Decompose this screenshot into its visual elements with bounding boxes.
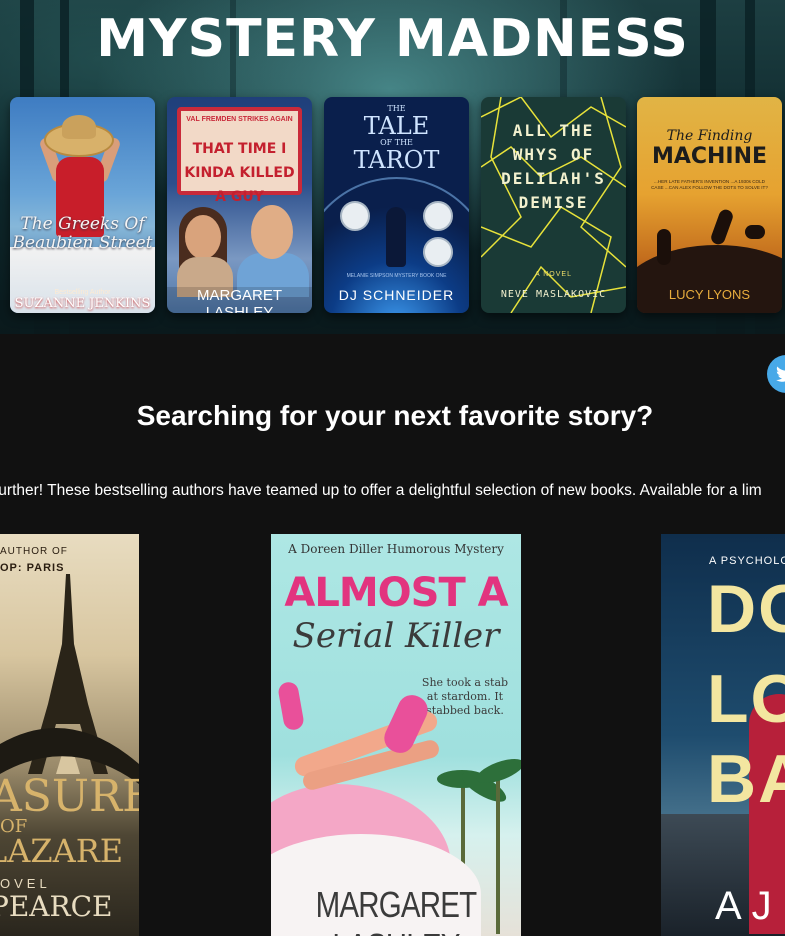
- book-title: Serial Killer: [292, 616, 500, 656]
- book-author: PEARCE: [0, 890, 113, 923]
- hero-title: MYSTERY MADNESS: [96, 9, 689, 69]
- book-title: LO: [707, 661, 785, 737]
- book-title: The Finding MACHINE: [651, 128, 768, 169]
- award-badge-icon: [340, 201, 370, 231]
- book-kicker: A Doreen Diller Humorous Mystery: [288, 542, 504, 556]
- section-heading: Searching for your next favorite story?: [136, 400, 654, 431]
- book-title: BA: [707, 741, 785, 817]
- cover-figure: [386, 207, 406, 267]
- book-title: ALMOST A: [284, 570, 508, 616]
- cover-figure: [709, 207, 735, 247]
- book-title: The Greeks Of Beaubien Street: [12, 214, 153, 253]
- hero-banner: MYSTERY MADNESS The Greeks Of Beaubien S…: [0, 0, 785, 334]
- book-title: ALL THE WHYS OF DELILAH'S DEMISE: [501, 121, 606, 212]
- book-author: MARGARET LASHLEY: [167, 287, 312, 313]
- hero-book-all-the-whys-of-delilahs-demise[interactable]: ALL THE WHYS OF DELILAH'S DEMISE A NOVEL…: [481, 97, 626, 313]
- cover-figure: [657, 229, 671, 265]
- book-author: SUZANNE JENKINS: [14, 296, 151, 311]
- book-author: LUCY LYONS: [668, 287, 751, 302]
- award-badge-icon: [423, 201, 453, 231]
- high-heel-shoe: [276, 680, 306, 732]
- hero-book-greeks-of-beaubien-street[interactable]: The Greeks Of Beaubien Street Bestsellin…: [10, 97, 155, 313]
- book-label: OVEL: [0, 876, 51, 891]
- book-title: ASURE: [0, 771, 139, 822]
- hero-book-tale-of-the-tarot[interactable]: THE TALE OF THE TAROT MELANIE SIMPSON MY…: [324, 97, 469, 313]
- book-tagline: Bestselling Author: [54, 289, 111, 296]
- book-author: AJ F: [715, 884, 785, 928]
- book-author: MARGARET LASHLEY: [315, 884, 478, 936]
- book-tagline: MELANIE SIMPSON MYSTERY BOOK ONE: [346, 273, 447, 279]
- twitter-icon: [776, 366, 785, 382]
- book-author: NEVE MASLAKOVIC: [500, 289, 607, 300]
- twitter-share-button[interactable]: [767, 355, 785, 393]
- book-title: DO: [707, 571, 785, 647]
- book-tagline: VAL FREMDEN STRIKES AGAIN: [186, 116, 293, 123]
- featured-book-dont-look-back[interactable]: A PSYCHOLOG DO LO BA AJ F: [661, 534, 785, 936]
- hero-book-the-finding-machine[interactable]: The Finding MACHINE ...HER LATE FATHER'S…: [637, 97, 782, 313]
- featured-book-treasure-of-st-lazare[interactable]: AUTHOR OF OP: PARIS ASURE OF LAZARE OVEL…: [0, 534, 139, 936]
- cover-figure: [745, 225, 765, 239]
- book-kicker: AUTHOR OF: [0, 546, 68, 557]
- book-title: LAZARE: [0, 832, 124, 870]
- hero-book-that-time-i-kinda-killed-a-guy[interactable]: VAL FREMDEN STRIKES AGAIN THAT TIME I KI…: [167, 97, 312, 313]
- award-badge-icon: [423, 237, 453, 267]
- featured-book-almost-a-serial-killer[interactable]: A Doreen Diller Humorous Mystery ALMOST …: [271, 534, 521, 936]
- book-kicker: OP: PARIS: [0, 562, 65, 574]
- book-title: THAT TIME I KINDA KILLED A GUY: [184, 141, 295, 205]
- book-tagline: ...HER LATE FATHER'S INVENTION ...A 1930…: [651, 179, 768, 190]
- book-author: DJ SCHNEIDER: [338, 287, 455, 303]
- book-kicker: A PSYCHOLOG: [709, 555, 785, 567]
- book-tagline: A NOVEL: [535, 271, 572, 278]
- book-title: THE TALE OF THE TAROT: [353, 104, 440, 174]
- intro-text: further! These bestselling authors have …: [0, 482, 762, 499]
